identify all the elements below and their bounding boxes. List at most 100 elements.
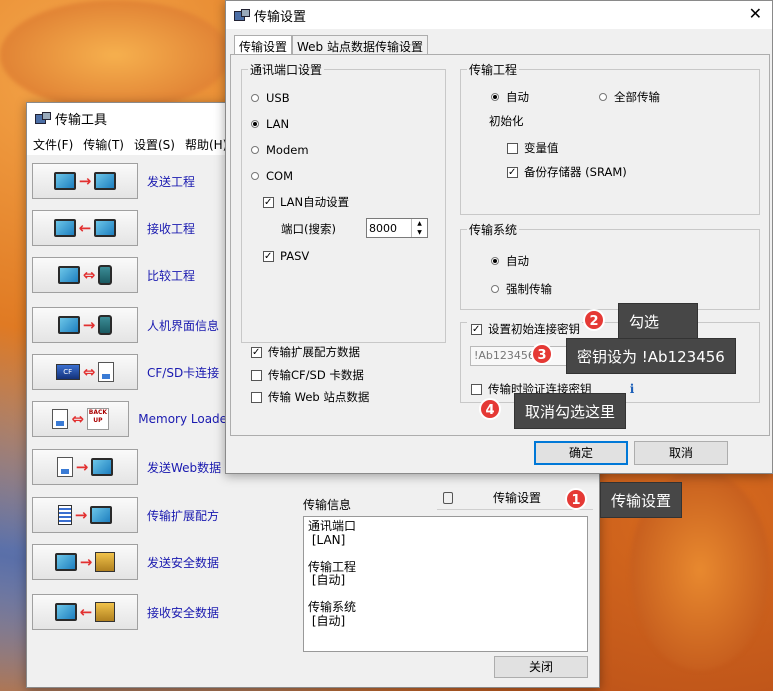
arrow-both-icon: ⇔: [82, 363, 96, 381]
system-group-legend: 传输系统: [469, 223, 518, 237]
send-project-label[interactable]: 发送工程: [147, 173, 195, 190]
settings-titlebar[interactable]: 传输设置: [226, 1, 772, 29]
radio-com[interactable]: COM: [251, 169, 293, 183]
arrow-left-icon: ←: [79, 603, 93, 621]
port-stepper[interactable]: 8000 ▲ ▼: [366, 218, 428, 238]
menu-file[interactable]: 文件(F): [33, 136, 73, 153]
spin-up-icon[interactable]: ▲: [412, 219, 427, 228]
connection-key-input[interactable]: !Ab123456: [470, 346, 578, 366]
port-value[interactable]: 8000: [367, 222, 411, 235]
tab-transfer-settings[interactable]: 传输设置: [234, 35, 293, 55]
radio-lan[interactable]: LAN: [251, 117, 289, 131]
radio-lan-label: LAN: [266, 117, 290, 131]
monitor-icon: [53, 219, 76, 237]
receive-safety-data-button[interactable]: ←: [32, 594, 138, 630]
cfsd-data-label: 传输CF/SD 卡数据: [268, 368, 364, 382]
close-icon[interactable]: ✕: [749, 5, 762, 23]
checkbox-box: [251, 346, 262, 358]
project-all-label: 全部传输: [614, 90, 660, 104]
memory-loader-button[interactable]: ⇔ BACK UP: [32, 401, 130, 437]
menu-transfer[interactable]: 传输(T): [83, 136, 124, 153]
menu-help[interactable]: 帮助(H): [185, 136, 227, 153]
receive-project-label[interactable]: 接收工程: [147, 220, 195, 237]
callout-text-2: 勾选: [618, 303, 698, 339]
app-icon: [234, 9, 250, 21]
ext-recipe-data-checkbox[interactable]: 传输扩展配方数据: [251, 344, 360, 360]
radio-circle: [251, 146, 259, 154]
callout-badge-1: 1: [565, 488, 587, 510]
file-icon: [56, 457, 73, 477]
port-label: 端口(搜索): [281, 221, 336, 237]
radio-circle: [251, 120, 259, 128]
screen-icon: [94, 219, 117, 237]
callout-badge-3: 3: [531, 343, 553, 365]
send-web-data-label[interactable]: 发送Web数据: [147, 459, 221, 476]
transfer-settings-button-label: 传输设置: [493, 491, 542, 505]
cfsd-data-checkbox[interactable]: 传输CF/SD 卡数据: [251, 367, 364, 383]
tool-item-compare-project: ⇔ 比较工程: [32, 256, 232, 294]
ok-button[interactable]: 确定: [534, 441, 628, 465]
backup-icon: BACK UP: [86, 408, 109, 430]
system-auto-radio[interactable]: 自动: [491, 253, 529, 269]
memory-loader-label[interactable]: Memory Loader: [138, 412, 232, 426]
variable-value-checkbox[interactable]: 变量值: [507, 140, 559, 156]
callout-text-4: 取消勾选这里: [514, 393, 627, 429]
backup-sram-checkbox[interactable]: 备份存储器 (SRAM): [507, 164, 627, 180]
lan-auto-checkbox[interactable]: LAN自动设置: [263, 194, 349, 210]
receive-project-button[interactable]: ←: [32, 210, 138, 246]
checkbox-box: [251, 391, 262, 403]
plug-icon: [443, 491, 453, 504]
callout-badge-4: 4: [479, 398, 501, 420]
checkbox-box: [507, 166, 518, 178]
compare-project-label[interactable]: 比较工程: [147, 267, 195, 284]
pasv-label: PASV: [280, 249, 310, 263]
tab-web-transfer-settings[interactable]: Web 站点数据传输设置: [292, 35, 428, 55]
close-button[interactable]: 关闭: [494, 656, 588, 678]
init-label-text: 初始化: [489, 114, 524, 128]
ext-recipe-label[interactable]: 传输扩展配方: [147, 507, 219, 524]
screen-icon: [57, 316, 80, 334]
checkbox-box: [471, 383, 482, 395]
cfsd-connect-button[interactable]: CF ⇔: [32, 354, 138, 390]
screen-icon: [90, 506, 113, 524]
web-data-label: 传输 Web 站点数据: [268, 390, 370, 404]
hmi-info-label[interactable]: 人机界面信息: [147, 317, 219, 334]
send-safety-data-button[interactable]: →: [32, 544, 138, 580]
port-label-text: 端口(搜索): [281, 222, 336, 236]
spin-arrows[interactable]: ▲ ▼: [411, 219, 427, 237]
system-force-radio[interactable]: 强制传输: [491, 281, 552, 297]
info-icon[interactable]: i: [625, 382, 639, 396]
radio-circle: [251, 94, 259, 102]
tool-item-send-safety-data: → 发送安全数据: [32, 543, 232, 581]
tool-item-send-web-data: → 发送Web数据: [32, 448, 232, 486]
tool-item-receive-project: ← 接收工程: [32, 209, 232, 247]
radio-usb[interactable]: USB: [251, 91, 290, 105]
cancel-button[interactable]: 取消: [634, 441, 728, 465]
hmi-info-button[interactable]: →: [32, 307, 138, 343]
ext-recipe-button[interactable]: →: [32, 497, 138, 533]
spin-down-icon[interactable]: ▼: [412, 228, 427, 237]
ext-recipe-data-label: 传输扩展配方数据: [268, 345, 360, 359]
tool-item-memory-loader: ⇔ BACK UP Memory Loader: [32, 400, 232, 438]
radio-modem[interactable]: Modem: [251, 143, 309, 157]
send-safety-data-label[interactable]: 发送安全数据: [147, 554, 219, 571]
set-initial-key-checkbox[interactable]: 设置初始连接密钥: [471, 321, 582, 337]
menu-settings[interactable]: 设置(S): [134, 136, 175, 153]
radio-modem-label: Modem: [266, 143, 309, 157]
project-all-radio[interactable]: 全部传输: [599, 89, 660, 105]
callout-badge-2: 2: [583, 309, 605, 331]
project-auto-radio[interactable]: 自动: [491, 89, 529, 105]
cfsd-connect-label[interactable]: CF/SD卡连接: [147, 364, 219, 381]
send-project-button[interactable]: →: [32, 163, 138, 199]
send-web-data-button[interactable]: →: [32, 449, 138, 485]
arrow-right-icon: →: [75, 458, 89, 476]
file-icon: [98, 362, 115, 382]
receive-safety-data-label[interactable]: 接收安全数据: [147, 604, 219, 621]
web-data-checkbox[interactable]: 传输 Web 站点数据: [251, 389, 369, 405]
callout-text-3: 密钥设为 !Ab123456: [566, 338, 736, 374]
card-icon: CF: [55, 364, 80, 380]
file-icon: [52, 409, 69, 429]
list-icon: [57, 505, 72, 525]
compare-project-button[interactable]: ⇔: [32, 257, 138, 293]
pasv-checkbox[interactable]: PASV: [263, 249, 309, 263]
